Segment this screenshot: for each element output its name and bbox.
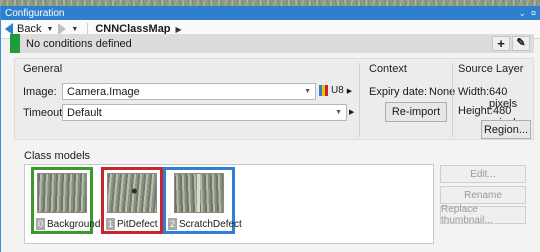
class-model-scratchdefect[interactable]: 2 ScratchDefect bbox=[163, 167, 242, 234]
image-label: Image: bbox=[23, 86, 57, 98]
image-type-label: U8 bbox=[331, 85, 344, 96]
color-channel-icon bbox=[319, 85, 328, 96]
class-index-badge: 2 bbox=[168, 218, 178, 230]
context-section-title: Context bbox=[369, 63, 407, 75]
class-model-background[interactable]: 0 Background bbox=[31, 167, 100, 234]
timeout-chevron-icon[interactable]: ▶ bbox=[349, 108, 354, 116]
region-button[interactable]: Region... bbox=[481, 120, 531, 139]
expiry-date-label: Expiry date: bbox=[369, 86, 428, 98]
class-model-pitdefect[interactable]: 1 PitDefect bbox=[101, 167, 163, 234]
edit-class-button[interactable]: Edit... bbox=[440, 165, 526, 183]
image-type-chevron-icon: ▶ bbox=[346, 87, 353, 95]
image-type-indicator[interactable]: U8 ▶ bbox=[319, 85, 352, 96]
title-bar: Configuration ⌄ ¤ bbox=[1, 6, 540, 20]
condition-text: No conditions defined bbox=[26, 37, 132, 50]
width-label: Width: bbox=[458, 86, 490, 98]
chevron-down-icon: ▼ bbox=[304, 88, 311, 95]
back-dropdown-icon[interactable]: ▼ bbox=[46, 26, 53, 33]
reimport-button[interactable]: Re-import bbox=[385, 102, 447, 122]
edit-condition-button[interactable]: ✎ bbox=[512, 36, 530, 51]
class-name: Background bbox=[47, 218, 101, 230]
rename-class-button[interactable]: Rename bbox=[440, 186, 526, 204]
chevron-down-icon: ▼ bbox=[335, 109, 342, 116]
settings-panel: General Image: Camera.Image ▼ U8 ▶ Timeo… bbox=[14, 58, 534, 140]
class-thumbnail bbox=[37, 173, 87, 213]
add-condition-button[interactable]: + bbox=[492, 36, 510, 51]
class-index-badge: 0 bbox=[36, 218, 46, 230]
replace-thumbnail-button[interactable]: Replace thumbnail... bbox=[440, 204, 526, 226]
class-name: ScratchDefect bbox=[179, 218, 242, 230]
condition-bar: No conditions defined + ✎ bbox=[10, 34, 534, 53]
section-divider bbox=[359, 63, 360, 137]
pin-icon[interactable]: ¤ bbox=[531, 8, 536, 19]
image-select[interactable]: Camera.Image ▼ bbox=[62, 83, 316, 100]
section-divider bbox=[452, 63, 453, 137]
class-models-list: 0 Background 1 PitDefect 2 ScratchDefect bbox=[24, 164, 434, 244]
class-index-badge: 1 bbox=[106, 218, 116, 230]
condition-status-marker bbox=[10, 34, 20, 53]
height-label: Height: bbox=[458, 105, 493, 117]
image-value: Camera.Image bbox=[67, 85, 140, 98]
collapse-icon[interactable]: ⌄ bbox=[518, 8, 526, 19]
source-layer-section-title: Source Layer bbox=[458, 63, 524, 75]
class-thumbnail bbox=[107, 173, 157, 213]
timeout-value: Default bbox=[67, 106, 102, 119]
forward-dropdown-icon[interactable]: ▼ bbox=[71, 26, 78, 33]
timeout-label: Timeout: bbox=[23, 107, 66, 119]
class-models-title: Class models bbox=[24, 150, 91, 162]
class-name: PitDefect bbox=[117, 218, 158, 230]
timeout-select[interactable]: Default ▼ bbox=[62, 104, 347, 121]
general-section-title: General bbox=[23, 63, 63, 75]
window-title: Configuration bbox=[5, 7, 65, 19]
class-thumbnail bbox=[174, 173, 224, 213]
breadcrumb-chevron-icon[interactable]: ▶ bbox=[176, 25, 182, 34]
